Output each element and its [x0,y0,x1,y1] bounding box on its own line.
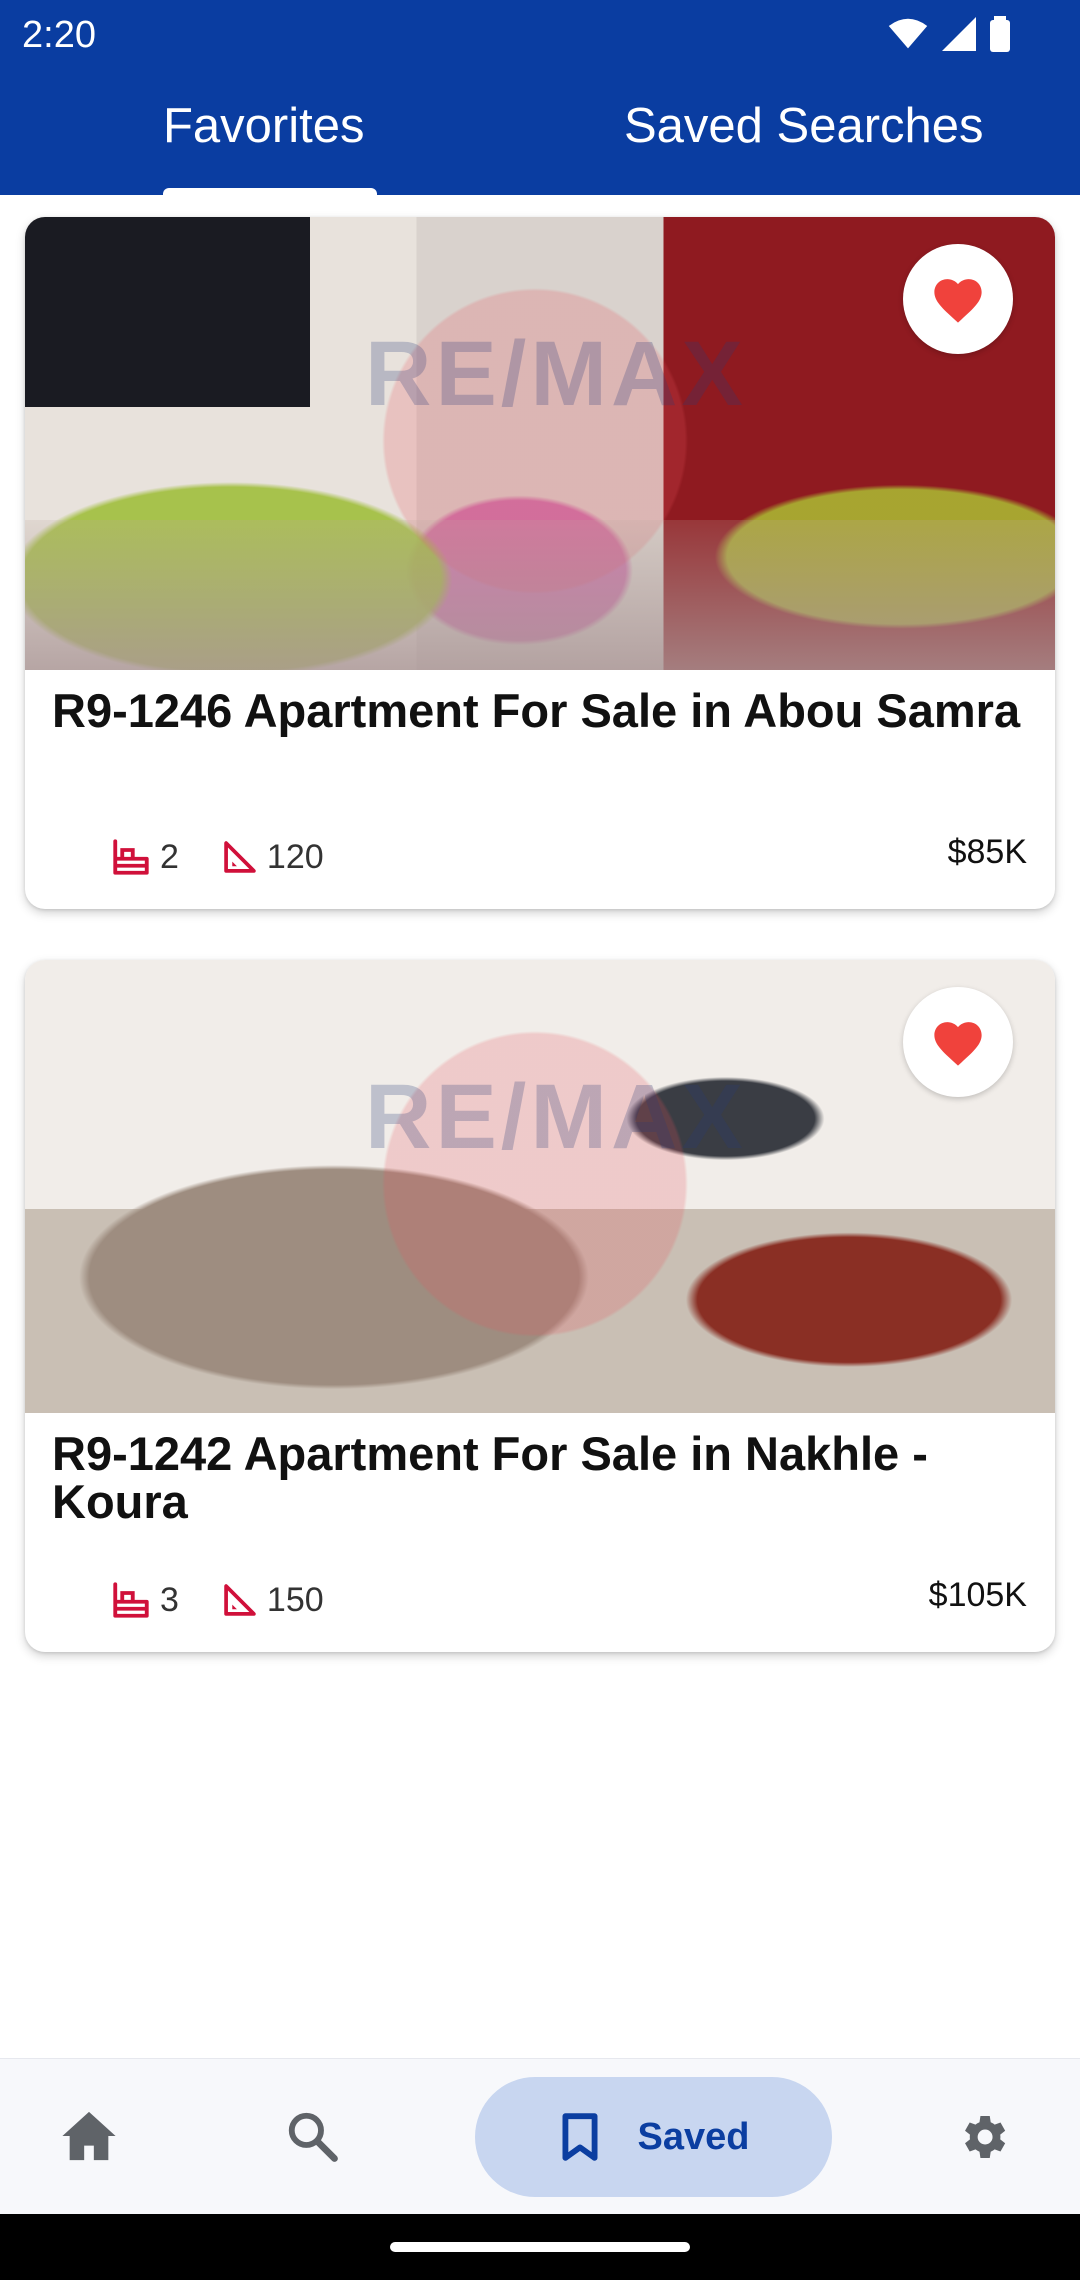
app-bar: 2:20 Favorites Saved Searches [0,0,1080,195]
remax-watermark-text: RE/MAX [365,1066,747,1168]
tab-indicator [163,188,377,195]
area-value: 120 [266,837,324,876]
bedrooms-count: 3 [160,1580,179,1619]
system-navigation-bar [0,2214,1080,2280]
tab-saved-searches[interactable]: Saved Searches [624,98,984,154]
favorite-button[interactable] [903,987,1013,1097]
listing-photo: RE/MAX [25,217,1055,670]
battery-icon [990,16,1010,52]
bottom-navigation: Saved [0,2058,1080,2215]
listing-card[interactable]: RE/MAX R9-1246 Apartment For Sale in Abo… [25,217,1055,909]
search-icon[interactable] [285,2109,339,2163]
area-value: 150 [266,1580,324,1619]
home-indicator[interactable] [390,2242,690,2252]
home-icon[interactable] [60,2109,118,2163]
favorite-button[interactable] [903,244,1013,354]
listing-price: $105K [928,1576,1027,1614]
tab-favorites[interactable]: Favorites [163,98,365,154]
listing-photo: RE/MAX [25,960,1055,1413]
bookmark-icon [562,2113,598,2161]
nav-saved-button[interactable]: Saved [475,2077,832,2197]
bedrooms-count: 2 [160,837,179,876]
remax-watermark-text: RE/MAX [365,323,747,425]
listing-meta: 2 120 [110,837,366,877]
remax-watermark [325,252,745,670]
area-icon [224,841,256,873]
wifi-icon [888,18,928,49]
nav-saved-label: Saved [637,2115,750,2158]
remax-watermark [325,995,745,1413]
listing-price: $85K [947,833,1027,871]
cellular-signal-icon [942,17,976,51]
area-icon [224,1584,256,1616]
heart-icon [934,1022,982,1066]
bed-icon [113,1582,149,1618]
listing-card[interactable]: RE/MAX R9-1242 Apartment For Sale in Nak… [25,960,1055,1652]
status-time: 2:20 [22,14,96,56]
listing-title: R9-1246 Apartment For Sale in Abou Samra [52,684,1021,737]
listing-meta: 3 150 [110,1580,366,1620]
status-icons [888,16,1010,52]
bed-icon [113,839,149,875]
heart-icon [934,279,982,323]
gear-icon[interactable] [955,2109,1011,2165]
listing-title: R9-1242 Apartment For Sale in Nakhle - K… [52,1427,928,1528]
